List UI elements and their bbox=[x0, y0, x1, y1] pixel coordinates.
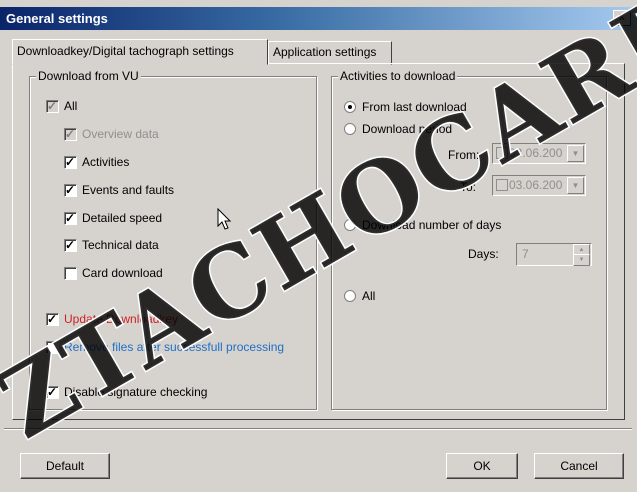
chevron-down-icon[interactable]: ▼ bbox=[567, 145, 584, 162]
checkbox-box: ✓ bbox=[46, 312, 59, 326]
to-date-value: 03.06.200 bbox=[509, 178, 563, 192]
close-button[interactable]: x bbox=[613, 10, 631, 26]
events-faults-label: Events and faults bbox=[82, 183, 175, 197]
download-from-vu-group: Download from VU ✓ All ✓ Overview data ✓… bbox=[29, 69, 317, 410]
technical-data-label: Technical data bbox=[82, 238, 159, 252]
checkbox-box bbox=[46, 341, 59, 354]
checkbox-box: ✓ bbox=[64, 211, 77, 225]
days-value: 7 bbox=[522, 247, 529, 261]
tab-downloadkey-settings[interactable]: Downloadkey/Digital tachograph settings bbox=[12, 39, 268, 65]
ok-button[interactable]: OK bbox=[446, 453, 518, 479]
tab-page: Download from VU ✓ All ✓ Overview data ✓… bbox=[12, 63, 625, 420]
to-label: To: bbox=[460, 180, 477, 194]
checkbox-box bbox=[64, 267, 77, 280]
from-date-checkbox[interactable] bbox=[496, 147, 508, 159]
checkbox-box: ✓ bbox=[46, 385, 59, 399]
update-downloadkey-label: Update Downloadkey bbox=[64, 312, 179, 326]
checkbox-box: ✓ bbox=[46, 99, 59, 113]
settings-dialog: General settings x Downloadkey/Digital t… bbox=[0, 0, 637, 492]
from-date-picker[interactable]: 03.06.200 ▼ bbox=[492, 143, 586, 164]
checkbox-box: ✓ bbox=[64, 183, 77, 197]
days-spinner[interactable]: 7 ▲ ▼ bbox=[516, 243, 592, 266]
download-group-legend: Download from VU bbox=[36, 69, 141, 83]
radio-circle bbox=[344, 290, 356, 302]
card-download-label: Card download bbox=[82, 266, 163, 280]
window-title: General settings bbox=[6, 11, 108, 26]
chevron-down-icon[interactable]: ▼ bbox=[567, 177, 584, 194]
from-date-value: 03.06.200 bbox=[509, 146, 563, 160]
activities-group-legend: Activities to download bbox=[338, 69, 458, 83]
activities-to-download-group: Activities to download From last downloa… bbox=[331, 69, 607, 410]
radio-circle bbox=[344, 101, 356, 113]
overview-data-label: Overview data bbox=[82, 127, 159, 141]
checkbox-box: ✓ bbox=[64, 238, 77, 252]
remove-files-label: Remove files after successfull processin… bbox=[64, 340, 285, 354]
cancel-button[interactable]: Cancel bbox=[534, 453, 624, 479]
checkbox-box: ✓ bbox=[64, 155, 77, 169]
download-period-label: Download period bbox=[362, 122, 453, 136]
download-number-of-days-label: Download number of days bbox=[362, 218, 502, 232]
to-date-checkbox[interactable] bbox=[496, 179, 508, 191]
mouse-cursor-icon bbox=[217, 208, 232, 230]
radio-circle bbox=[344, 123, 356, 135]
title-bar: General settings x bbox=[0, 7, 637, 30]
detailed-speed-label: Detailed speed bbox=[82, 211, 163, 225]
all-label: All bbox=[64, 99, 78, 113]
separator bbox=[4, 428, 632, 430]
activities-label: Activities bbox=[82, 155, 130, 169]
checkbox-box: ✓ bbox=[64, 127, 77, 141]
default-button[interactable]: Default bbox=[20, 453, 110, 479]
disable-signature-label: Disable signature checking bbox=[64, 385, 208, 399]
from-label: From: bbox=[448, 148, 480, 162]
to-date-picker[interactable]: 03.06.200 ▼ bbox=[492, 175, 586, 196]
all-radio-label: All bbox=[362, 289, 376, 303]
spin-down-icon[interactable]: ▼ bbox=[573, 254, 590, 266]
from-last-download-label: From last download bbox=[362, 100, 467, 114]
days-label: Days: bbox=[468, 247, 499, 261]
radio-circle bbox=[344, 219, 356, 231]
tab-application-settings[interactable]: Application settings bbox=[268, 41, 392, 65]
